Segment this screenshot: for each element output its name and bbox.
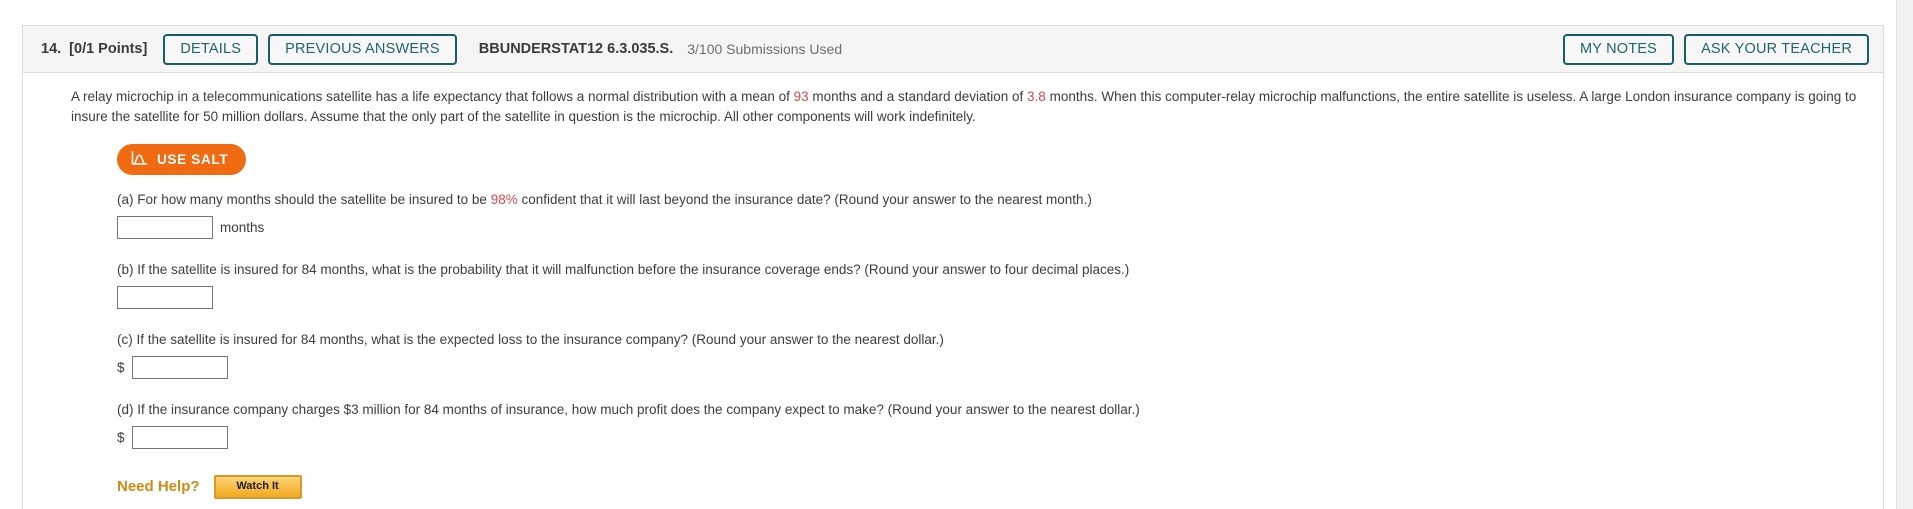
- part-c: (c) If the satellite is insured for 84 m…: [117, 331, 1865, 379]
- problem-text-part1: A relay microchip in a telecommunication…: [71, 89, 794, 104]
- part-b-input[interactable]: [117, 285, 213, 309]
- part-b-text: (b) If the satellite is insured for 84 m…: [117, 262, 1130, 278]
- part-a-text-post: confident that it will last beyond the i…: [517, 192, 1092, 208]
- problem-mean-value: 93: [793, 89, 809, 104]
- part-a-input[interactable]: [117, 216, 213, 240]
- question-parts: (a) For how many months should the satel…: [117, 191, 1865, 449]
- page-root: 14. [0/1 Points] DETAILS PREVIOUS ANSWER…: [0, 0, 1913, 509]
- question-header: 14. [0/1 Points] DETAILS PREVIOUS ANSWER…: [23, 26, 1883, 73]
- problem-sd-value: 3.8: [1027, 89, 1046, 104]
- question-card: 14. [0/1 Points] DETAILS PREVIOUS ANSWER…: [22, 25, 1884, 509]
- part-a-text-pre: (a) For how many months should the satel…: [117, 192, 491, 208]
- points-badge: [0/1 Points]: [69, 41, 148, 57]
- left-gutter: [0, 0, 22, 509]
- question-code: BBUNDERSTAT12 6.3.035.S.: [478, 41, 674, 57]
- part-a-text: (a) For how many months should the satel…: [117, 191, 1865, 210]
- my-notes-button[interactable]: MY NOTES: [1562, 33, 1675, 65]
- use-salt-button[interactable]: USE SALT: [117, 144, 247, 176]
- submissions-used: 3/100 Submissions Used: [687, 41, 843, 57]
- part-a: (a) For how many months should the satel…: [117, 191, 1865, 240]
- salt-button-wrapper: USE SALT: [117, 144, 1865, 176]
- header-right-actions: MY NOTES ASK YOUR TEACHER: [1562, 33, 1869, 65]
- problem-text-part2: months and a standard deviation of: [808, 89, 1028, 104]
- part-c-text: (c) If the satellite is insured for 84 m…: [117, 331, 944, 347]
- part-d-input[interactable]: [131, 425, 228, 449]
- need-help-section: Need Help? Watch It: [71, 474, 1865, 499]
- question-body: A relay microchip in a telecommunication…: [23, 73, 1883, 509]
- part-d-text: (d) If the insurance company charges $3 …: [117, 401, 1140, 417]
- details-button[interactable]: DETAILS: [163, 33, 259, 65]
- previous-answers-button[interactable]: PREVIOUS ANSWERS: [268, 33, 457, 65]
- part-d-answer-row: $: [117, 425, 1865, 449]
- part-a-answer-row: months: [117, 216, 1865, 240]
- question-number: 14.: [41, 41, 62, 57]
- part-c-input[interactable]: [131, 355, 228, 379]
- vertical-scrollbar[interactable]: [1896, 0, 1913, 509]
- part-c-answer-row: $: [117, 355, 1865, 379]
- ask-your-teacher-button[interactable]: ASK YOUR TEACHER: [1684, 33, 1869, 65]
- part-d: (d) If the insurance company charges $3 …: [117, 401, 1865, 449]
- part-b: (b) If the satellite is insured for 84 m…: [117, 261, 1865, 309]
- use-salt-label: USE SALT: [157, 152, 229, 168]
- watch-it-button[interactable]: Watch It: [213, 474, 302, 499]
- part-d-currency-symbol: $: [117, 429, 125, 445]
- part-b-answer-row: [117, 285, 1865, 309]
- part-a-unit-label: months: [220, 220, 265, 236]
- need-help-label: Need Help?: [117, 478, 200, 496]
- normal-curve-icon: [131, 150, 148, 169]
- part-c-currency-symbol: $: [117, 359, 125, 375]
- problem-statement: A relay microchip in a telecommunication…: [71, 87, 1865, 126]
- part-a-confidence-level: 98%: [490, 192, 518, 208]
